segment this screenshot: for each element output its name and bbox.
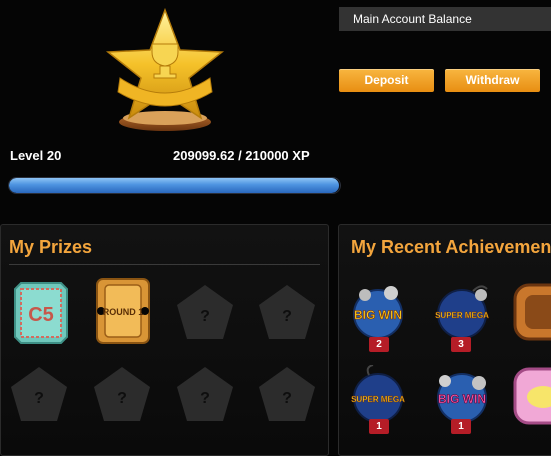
prize-5-text: ? [117, 390, 127, 407]
round-1-ticket-icon[interactable]: ROUND 1 [89, 277, 157, 345]
prize-6-text: ? [200, 390, 210, 407]
locked-prize-icon: ? [11, 367, 67, 421]
deposit-button[interactable]: Deposit [339, 69, 434, 92]
withdraw-button[interactable]: Withdraw [445, 69, 540, 92]
achievement-0-text: BIG WIN [354, 308, 402, 322]
xp-progress-fill [9, 178, 339, 193]
prize-3-text: ? [282, 308, 292, 325]
super-mega-bomb-icon[interactable]: SUPER MEGA [347, 365, 409, 427]
fish-icon[interactable] [511, 365, 551, 427]
prize-1-text: ROUND 1 [103, 307, 144, 317]
achievement-count-badge: 2 [369, 337, 389, 352]
xp-progress-bar [9, 178, 340, 193]
prize-2-text: ? [200, 308, 210, 325]
main-account-balance-label: Main Account Balance [339, 7, 551, 31]
achievement-count-badge: 1 [451, 419, 471, 434]
locked-prize-icon: ? [259, 367, 315, 421]
my-prizes-panel: My Prizes C5 ROUND 1 ? ? ? ? ? ? [0, 224, 329, 456]
wooden-frame-icon[interactable] [511, 281, 551, 343]
trophy-star-icon [105, 8, 225, 131]
locked-prize-icon: ? [177, 285, 233, 339]
locked-prize-icon: ? [94, 367, 150, 421]
prize-4-text: ? [34, 390, 44, 407]
super-mega-bomb-icon[interactable]: SUPER MEGA [431, 281, 493, 343]
xp-progress-text: 209099.62 / 210000 XP [173, 148, 310, 163]
achievement-4-text: BIG WIN [438, 392, 486, 406]
prize-7-text: ? [282, 390, 292, 407]
locked-prize-icon: ? [259, 285, 315, 339]
prize-0-text: C5 [28, 304, 54, 326]
level-label: Level 20 [10, 148, 62, 163]
my-prizes-title: My Prizes [9, 237, 93, 257]
locked-prize-icon: ? [177, 367, 233, 421]
my-recent-achievements-title: My Recent Achievements [351, 237, 551, 257]
c5-ticket-icon[interactable]: C5 [7, 279, 75, 347]
achievement-3-text: SUPER MEGA [351, 395, 405, 404]
big-win-bomb-icon[interactable]: BIG WIN [431, 365, 493, 427]
achievement-count-badge: 3 [451, 337, 471, 352]
achievement-count-badge: 1 [369, 419, 389, 434]
my-recent-achievements-panel: My Recent Achievements BIG WIN 2 SUPER M… [338, 224, 551, 456]
big-win-bomb-icon[interactable]: BIG WIN [347, 281, 409, 343]
achievement-1-text: SUPER MEGA [435, 311, 489, 320]
divider [9, 264, 320, 265]
